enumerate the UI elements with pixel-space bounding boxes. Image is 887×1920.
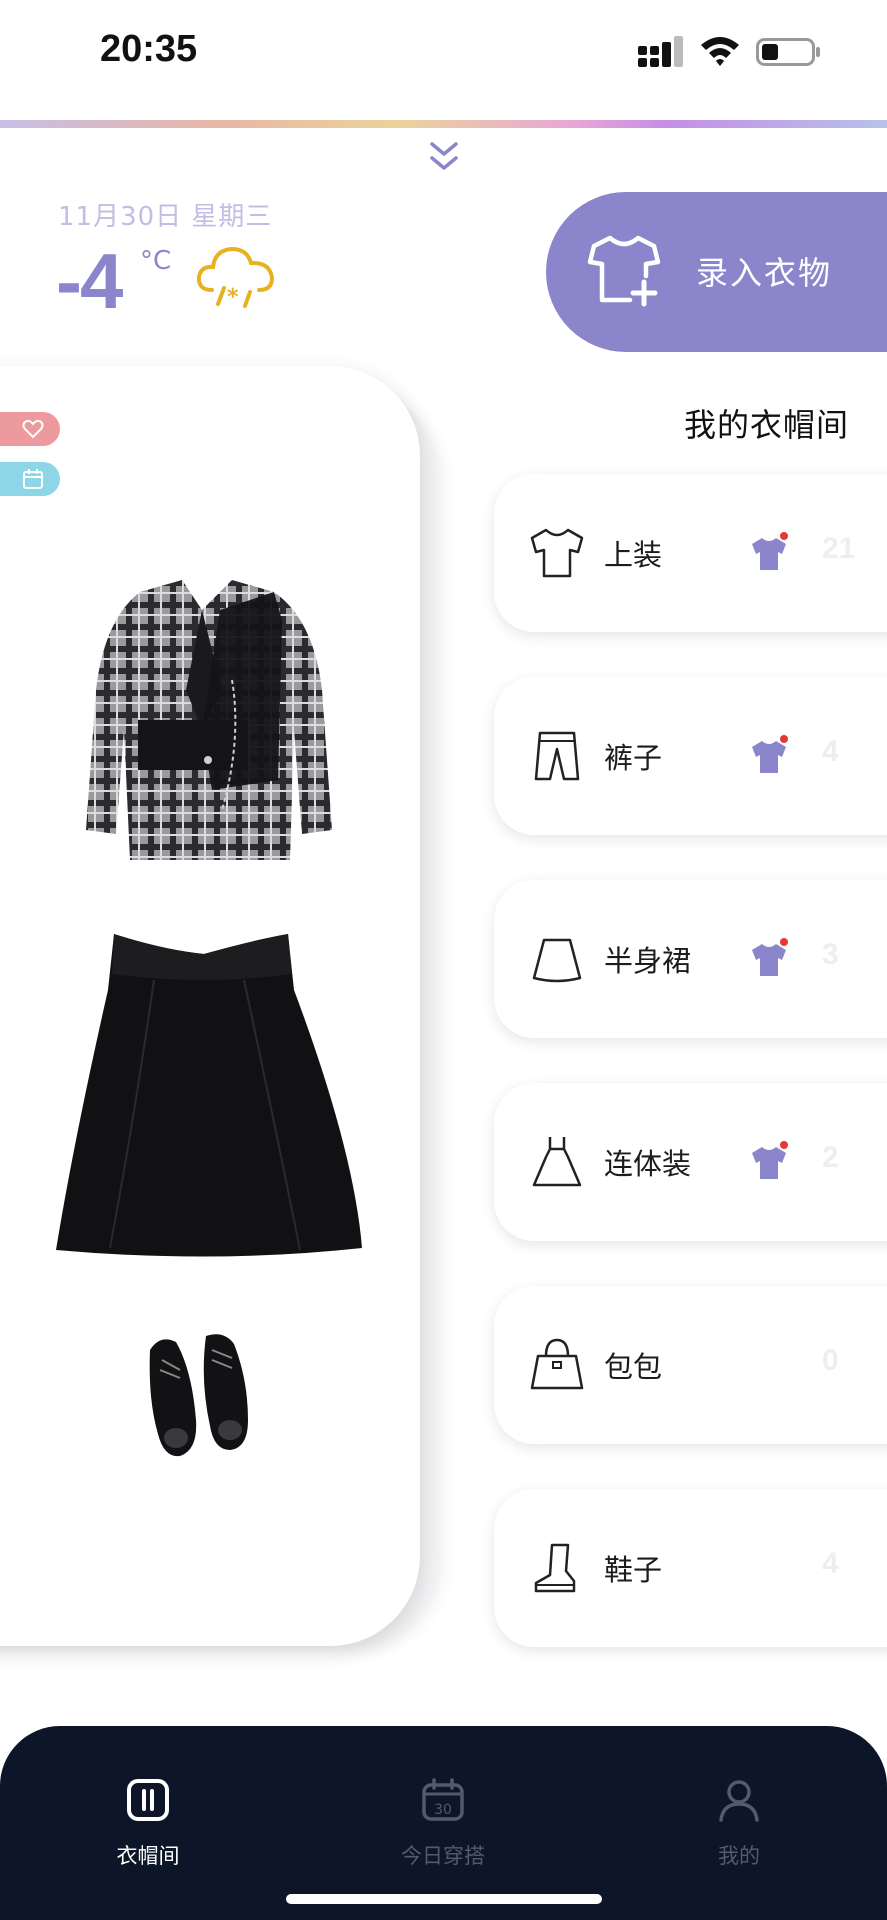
clothes-badge-icon bbox=[752, 1141, 788, 1179]
category-label: 鞋子 bbox=[604, 1553, 663, 1587]
home-indicator[interactable] bbox=[286, 1894, 602, 1904]
skirt-icon bbox=[532, 938, 582, 983]
tab-profile[interactable]: 我的 bbox=[639, 1726, 839, 1886]
add-clothes-button[interactable]: 录入衣物 bbox=[546, 192, 887, 352]
status-time: 20:35 bbox=[100, 28, 198, 70]
tab-wardrobe[interactable]: 衣帽间 bbox=[48, 1726, 248, 1886]
calendar-tag-icon bbox=[23, 469, 43, 489]
calendar-tag[interactable] bbox=[0, 462, 60, 496]
battery-icon bbox=[756, 38, 820, 66]
category-tops[interactable]: 上装 21 bbox=[494, 474, 887, 632]
snow-cloud-icon: * bbox=[196, 246, 275, 310]
header-gradient-line bbox=[0, 120, 887, 128]
category-skirts[interactable]: 半身裙 3 bbox=[494, 880, 887, 1038]
category-count: 2 bbox=[822, 1141, 839, 1174]
clothes-badge-icon bbox=[752, 532, 788, 570]
category-bags[interactable]: 包包 0 bbox=[494, 1286, 887, 1444]
category-label: 半身裙 bbox=[604, 944, 692, 978]
signal-dots-icon bbox=[638, 36, 683, 67]
category-shoes[interactable]: 鞋子 4 bbox=[494, 1489, 887, 1647]
pants-icon bbox=[534, 731, 580, 781]
tab-today-outfit[interactable]: 30 今日穿搭 bbox=[343, 1726, 543, 1886]
wardrobe-title: 我的衣帽间 bbox=[684, 406, 850, 444]
plaid-jacket-image[interactable] bbox=[82, 580, 334, 870]
calendar-30-icon: 30 bbox=[422, 1778, 464, 1821]
svg-text:*: * bbox=[227, 285, 239, 310]
category-count: 3 bbox=[822, 938, 839, 971]
dress-icon bbox=[532, 1137, 582, 1187]
black-shoes-image[interactable] bbox=[140, 1330, 310, 1462]
weather-date: 11月30日 星期三 bbox=[58, 202, 273, 232]
clothes-badge-icon bbox=[752, 735, 788, 773]
category-label: 裤子 bbox=[604, 741, 663, 775]
temperature-unit: °C bbox=[140, 246, 172, 276]
heart-tag-icon bbox=[22, 419, 44, 439]
wardrobe-icon bbox=[127, 1779, 169, 1821]
category-label: 包包 bbox=[604, 1350, 663, 1384]
add-clothes-label: 录入衣物 bbox=[696, 254, 833, 292]
category-count: 4 bbox=[822, 1547, 839, 1580]
double-chevron-down-icon[interactable] bbox=[424, 140, 464, 176]
category-dresses[interactable]: 连体装 2 bbox=[494, 1083, 887, 1241]
tab-label: 衣帽间 bbox=[116, 1844, 180, 1868]
category-label: 上装 bbox=[604, 538, 663, 572]
person-icon bbox=[719, 1780, 759, 1822]
category-count: 21 bbox=[822, 532, 856, 565]
calendar-icon-day: 30 bbox=[434, 1802, 452, 1818]
category-count: 0 bbox=[822, 1344, 839, 1377]
black-skirt-image[interactable] bbox=[54, 930, 364, 1270]
shirt-plus-icon bbox=[587, 235, 661, 307]
temperature: -4 bbox=[56, 237, 123, 325]
category-label: 连体装 bbox=[604, 1147, 692, 1181]
category-count: 4 bbox=[822, 735, 839, 768]
category-pants[interactable]: 裤子 4 bbox=[494, 677, 887, 835]
tab-label: 今日穿搭 bbox=[401, 1844, 485, 1868]
boot-icon bbox=[534, 1543, 576, 1593]
bottom-tab-bar: 衣帽间 30 今日穿搭 我的 bbox=[0, 1726, 887, 1920]
heart-tag[interactable] bbox=[0, 412, 60, 446]
tab-label: 我的 bbox=[718, 1844, 760, 1868]
bag-icon bbox=[530, 1338, 584, 1390]
clothes-badge-icon bbox=[752, 938, 788, 976]
tshirt-icon bbox=[530, 528, 584, 578]
wifi-icon bbox=[701, 37, 739, 66]
status-bar: 20:35 bbox=[0, 0, 887, 110]
